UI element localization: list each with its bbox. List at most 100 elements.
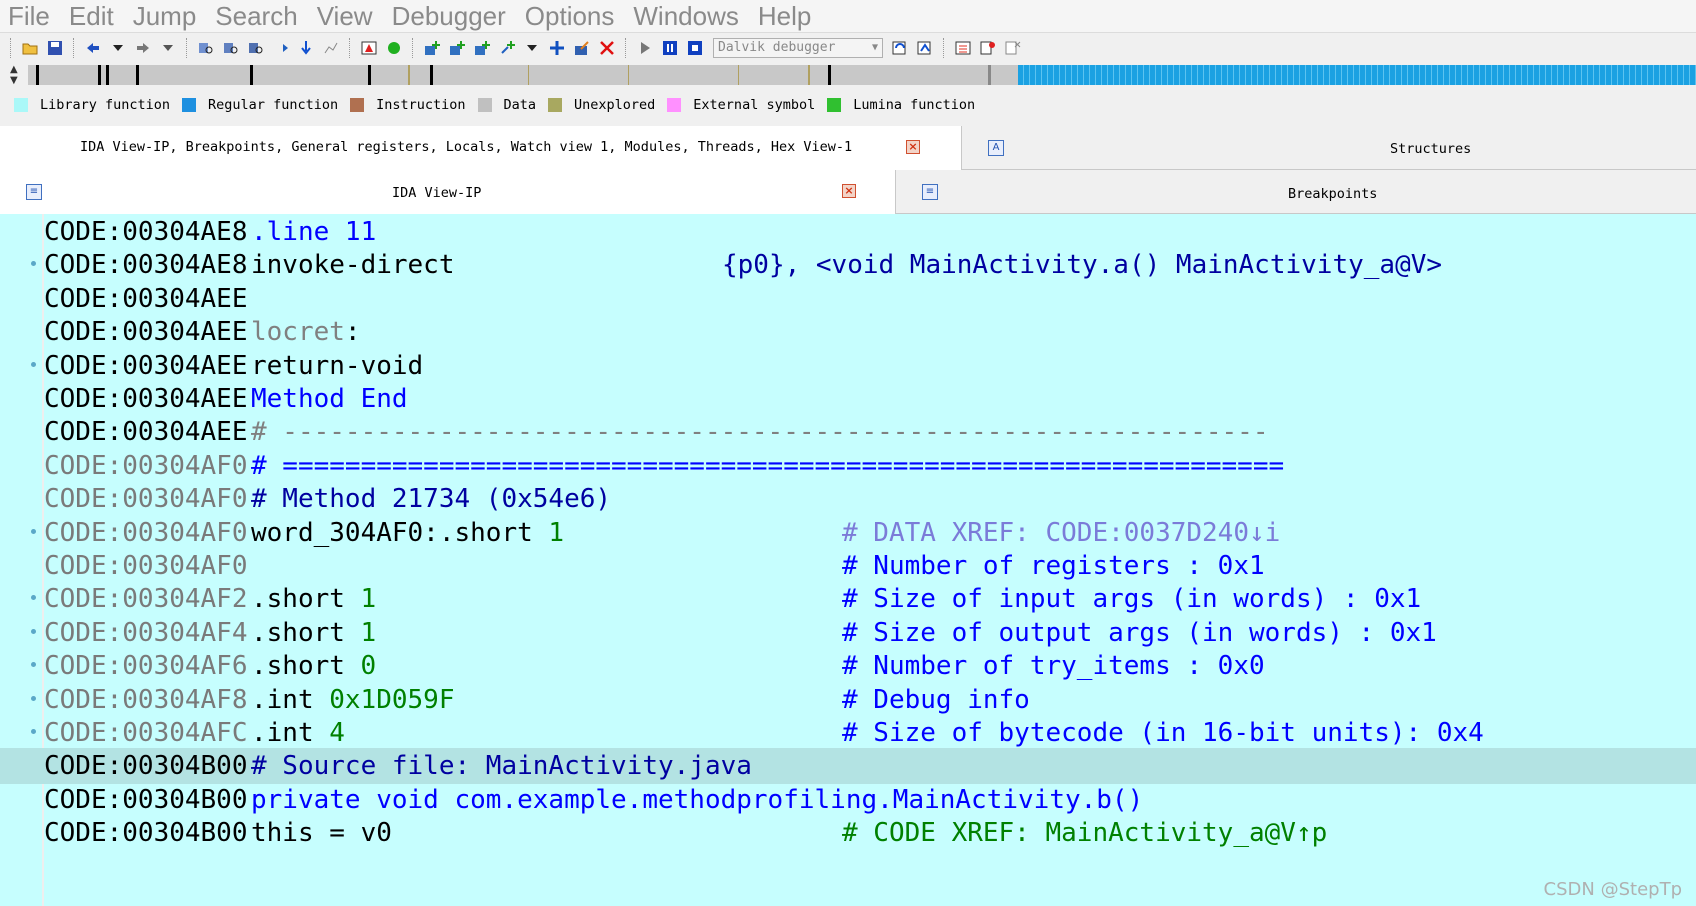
legend-label: Instruction [376, 97, 466, 113]
code-instruction: locret [251, 317, 345, 348]
code-line[interactable]: CODE:00304AF2 .short 1 # Size of input args… [0, 581, 1696, 617]
code-comment[interactable]: # CODE XREF: MainActivity_a@V↑p [842, 815, 1327, 851]
delete-icon[interactable] [596, 37, 618, 59]
code-line[interactable]: CODE:00304AF4 .short 1 # Size of output arg… [0, 615, 1696, 651]
code-line[interactable]: CODE:00304AEE Method End [0, 381, 1696, 417]
tab-structures[interactable]: A Structures [962, 126, 1696, 170]
breakpoint-dot-icon[interactable] [31, 662, 36, 668]
tab-main-group[interactable]: IDA View-IP, Breakpoints, General regist… [0, 126, 962, 170]
code-line[interactable]: CODE:00304B00 this = v0 # CODE XREF: MainA… [0, 815, 1696, 851]
chevron-down-icon[interactable] [157, 37, 179, 59]
code-line[interactable]: CODE:00304AF0 # =========================… [0, 448, 1696, 484]
play-icon[interactable] [634, 37, 656, 59]
binary-search-icon[interactable] [195, 37, 217, 59]
open-file-icon[interactable] [19, 37, 41, 59]
breakpoint-dot-icon[interactable] [31, 528, 36, 534]
immediate-search-icon[interactable] [245, 37, 267, 59]
breakpoint-dot-icon[interactable] [31, 595, 36, 601]
code-instruction: # Source file: MainActivity.java [251, 751, 752, 782]
edit-icon[interactable] [571, 37, 593, 59]
code-line[interactable]: CODE:00304AFC .int 4 # Size of bytecode (in… [0, 715, 1696, 751]
breakpoint-dot-icon[interactable] [31, 261, 36, 267]
step-over-icon[interactable] [889, 37, 911, 59]
menu-bar: File Edit Jump Search View Debugger Options Win… [0, 0, 1696, 32]
menu-view[interactable]: View [317, 1, 373, 31]
run-to-cursor-icon[interactable] [914, 37, 936, 59]
code-line[interactable]: CODE:00304B00 # Source file: MainActivity… [0, 748, 1696, 785]
nav-tick [98, 65, 101, 85]
code-line[interactable]: CODE:00304AEE locret: [0, 314, 1696, 350]
code-suffix: : [344, 317, 361, 348]
menu-edit[interactable]: Edit [69, 1, 114, 31]
nav-tick [250, 65, 253, 85]
menu-options[interactable]: Options [525, 1, 615, 31]
navigation-strip[interactable] [28, 65, 1696, 85]
code-line[interactable]: CODE:00304AE8 invoke-direct {p0}, <void Ma… [0, 247, 1696, 283]
toolbar-grip[interactable] [412, 37, 415, 58]
code-line[interactable]: CODE:00304AEE [0, 281, 1696, 317]
tab-ida-view[interactable]: ≡ IDA View-IP × [0, 170, 896, 214]
toolbar-grip[interactable] [349, 37, 352, 58]
list-icon[interactable] [952, 37, 974, 59]
graph-icon[interactable] [320, 37, 342, 59]
breakpoint-dot-icon[interactable] [31, 695, 36, 701]
toolbar-grip[interactable] [186, 37, 189, 58]
close-icon[interactable]: × [906, 140, 920, 154]
code-line[interactable]: CODE:00304AF6 .short 0 # Number of try_item… [0, 648, 1696, 684]
chevron-down-icon[interactable] [521, 37, 543, 59]
step-into-icon[interactable] [295, 37, 317, 59]
code-line[interactable]: CODE:00304AEE return-void [0, 348, 1696, 384]
breakpoint-dot-icon[interactable] [31, 729, 36, 734]
code-instruction: this = v0 [251, 818, 392, 849]
tab-breakpoints[interactable]: ≡ Breakpoints [896, 170, 1696, 214]
menu-search[interactable]: Search [215, 1, 297, 31]
green-light-icon[interactable] [383, 37, 405, 59]
nav-arrows-icon[interactable]: ▲ ▼ [10, 64, 26, 86]
code-comment[interactable]: # DATA XREF: CODE:0037D240↓i [842, 515, 1280, 551]
code-line[interactable]: CODE:00304AF0 # Number of registers : 0x1 [0, 548, 1696, 584]
code-line[interactable]: CODE:00304B00 private void com.example.me… [0, 782, 1696, 818]
code-line[interactable]: CODE:00304AF0 # Method 21734 (0x54e6) [0, 481, 1696, 517]
code-line[interactable]: CODE:00304AE8 .line 11 [0, 214, 1696, 250]
toolbar-grip[interactable] [10, 37, 13, 58]
delete-breakpoints-icon[interactable] [1002, 37, 1024, 59]
disassembly-view[interactable]: CODE:00304AE8 .line 11 CODE:00304AE8 invoke… [0, 214, 1696, 906]
text-search-icon[interactable] [220, 37, 242, 59]
save-icon[interactable] [44, 37, 66, 59]
code-line[interactable]: CODE:00304AF0 word_304AF0:.short 1 # DATA X… [0, 515, 1696, 551]
menu-debugger[interactable]: Debugger [392, 1, 506, 31]
code-operand-reference[interactable]: <void MainActivity.a() MainActivity_a@V> [816, 247, 1442, 283]
forward-arrow-icon[interactable] [132, 37, 154, 59]
code-instruction: # --------------------------------------… [251, 417, 1269, 448]
menu-file[interactable]: File [8, 1, 50, 31]
menu-windows[interactable]: Windows [633, 1, 738, 31]
code-line[interactable]: CODE:00304AF8 .int 0x1D059F # Debug info [0, 682, 1696, 718]
add-breakpoint-icon[interactable] [546, 37, 568, 59]
debugger-select[interactable]: Dalvik debugger ▼ [713, 37, 883, 58]
pause-icon[interactable] [659, 37, 681, 59]
add-struct-icon[interactable] [446, 37, 468, 59]
toolbar-grip[interactable] [73, 37, 76, 58]
chevron-down-icon[interactable] [107, 37, 129, 59]
code-operand: {p0}, [722, 250, 816, 281]
add-segment-icon[interactable] [496, 37, 518, 59]
warning-icon[interactable] [358, 37, 380, 59]
breakpoint-dot-icon[interactable] [31, 628, 36, 634]
breakpoint-list-icon[interactable] [977, 37, 999, 59]
add-enum-icon[interactable] [471, 37, 493, 59]
add-icon[interactable] [421, 37, 443, 59]
stop-icon[interactable] [684, 37, 706, 59]
menu-jump[interactable]: Jump [133, 1, 197, 31]
breakpoint-dot-icon[interactable] [31, 361, 36, 367]
code-line[interactable]: CODE:00304AEE # -------------------------… [0, 414, 1696, 450]
code-operand-value: 1 [360, 584, 377, 615]
toolbar-grip[interactable] [943, 37, 946, 58]
code-address: CODE:00304AE8 [44, 250, 248, 281]
toolbar-grip[interactable] [625, 37, 628, 58]
legend-label: Library function [40, 97, 171, 113]
legend-swatch [667, 98, 682, 112]
close-icon[interactable]: × [842, 184, 856, 198]
menu-help[interactable]: Help [758, 1, 811, 31]
jump-icon[interactable] [270, 37, 292, 59]
back-arrow-icon[interactable] [82, 37, 104, 59]
